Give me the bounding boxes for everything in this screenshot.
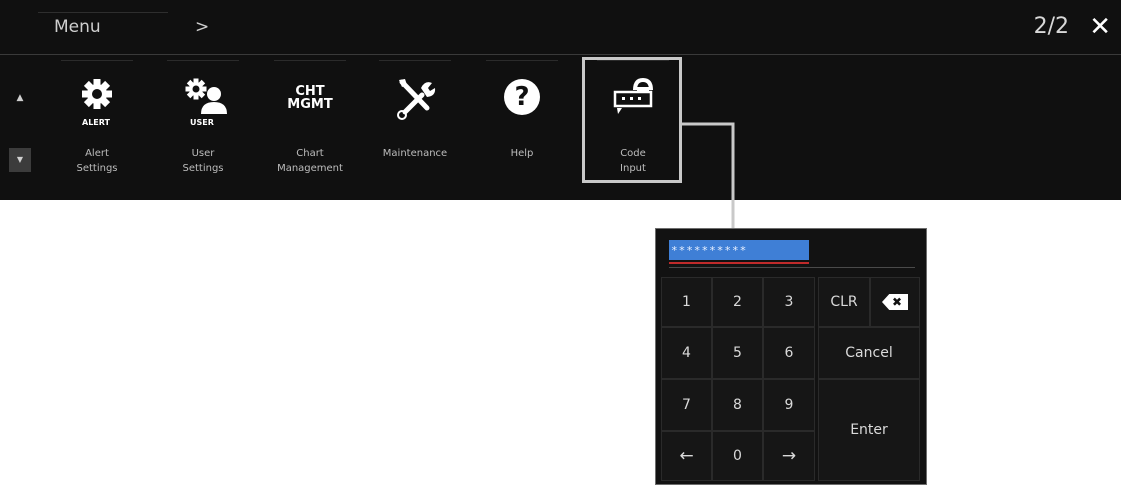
key-3[interactable]: 3 [763, 277, 815, 327]
code-field-divider [669, 267, 915, 268]
key-1[interactable]: 1 [661, 277, 712, 327]
code-field-underline [669, 262, 809, 264]
key-0[interactable]: 0 [712, 431, 763, 481]
key-9[interactable]: 9 [763, 379, 815, 431]
backspace-icon: ✖ [881, 294, 909, 310]
key-4[interactable]: 4 [661, 327, 712, 379]
right-arrow-key[interactable]: → [763, 431, 815, 481]
key-6[interactable]: 6 [763, 327, 815, 379]
callout-connector [682, 122, 740, 262]
key-7[interactable]: 7 [661, 379, 712, 431]
key-5[interactable]: 5 [712, 327, 763, 379]
backspace-button[interactable]: ✖ [870, 277, 920, 327]
clr-button[interactable]: CLR [818, 277, 870, 327]
cancel-button[interactable]: Cancel [818, 327, 920, 379]
key-2[interactable]: 2 [712, 277, 763, 327]
left-arrow-key[interactable]: ← [661, 431, 712, 481]
enter-button[interactable]: Enter [818, 379, 920, 481]
code-input-keypad: ********** 1 2 3 CLR ✖ 4 5 6 Cancel 7 8 … [655, 228, 927, 485]
key-8[interactable]: 8 [712, 379, 763, 431]
code-input-field[interactable]: ********** [669, 240, 809, 260]
